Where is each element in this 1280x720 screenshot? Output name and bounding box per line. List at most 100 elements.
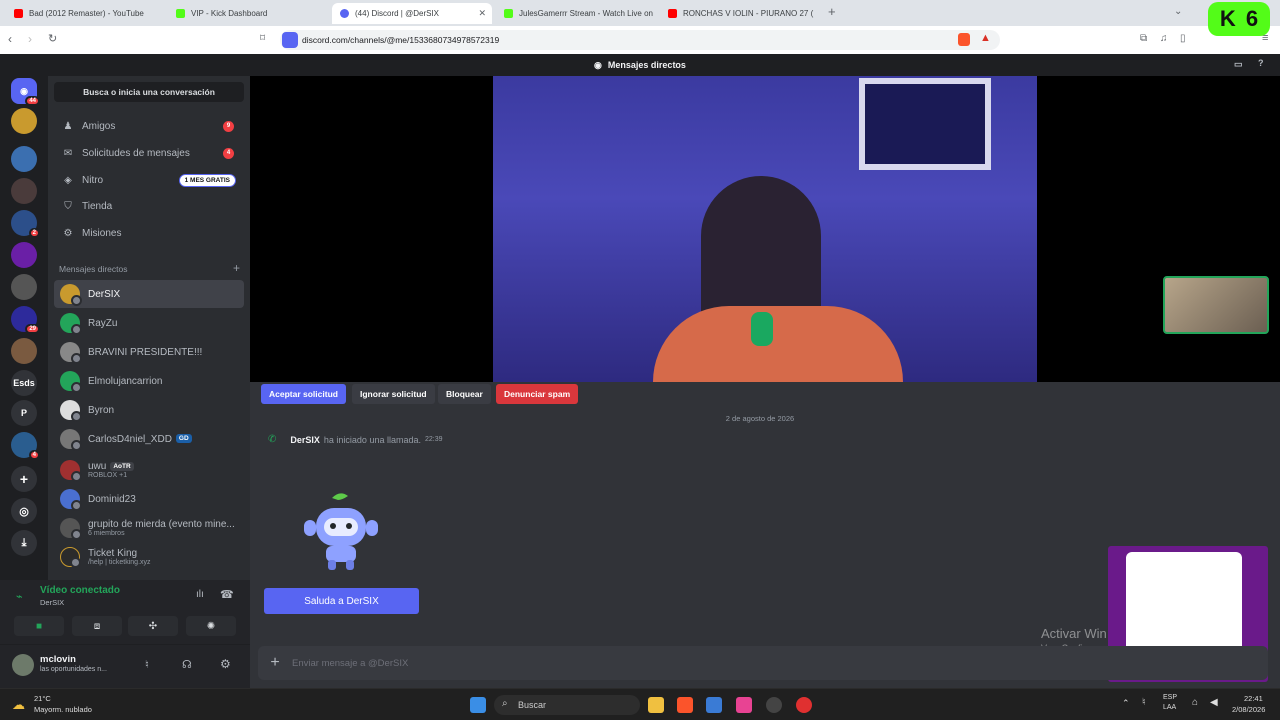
dm-item[interactable]: Dominid23 — [54, 485, 244, 513]
media-icon[interactable]: ♫ — [1160, 33, 1168, 44]
obs-icon[interactable] — [766, 697, 782, 713]
browser-tab[interactable]: Bad (2012 Remaster) - YouTube — [6, 3, 166, 24]
file-explorer-icon[interactable] — [648, 697, 664, 713]
site-info-icon[interactable] — [282, 32, 298, 48]
clock-date[interactable]: 2/08/2026 — [1232, 705, 1265, 714]
nav-shop[interactable]: ⛉ Tienda — [54, 194, 244, 218]
settings-gear-icon[interactable]: ⚙ — [220, 657, 231, 671]
nav-quests[interactable]: ⚙ Misiones — [54, 221, 244, 245]
reload-icon[interactable]: ↻ — [48, 32, 57, 45]
add-server-icon[interactable]: + — [11, 466, 37, 492]
block-button[interactable]: Bloquear — [438, 384, 491, 404]
browser-tab[interactable]: VIP - Kick Dashboard — [168, 3, 328, 24]
bookmark-icon[interactable]: ⌑ — [260, 33, 265, 44]
report-spam-button[interactable]: Denunciar spam — [496, 384, 579, 404]
dm-item[interactable]: uwu AoTR ROBLOX +1 — [54, 456, 244, 484]
wave-to-user-button[interactable]: Saluda a DerSIX — [264, 588, 419, 614]
avatar[interactable] — [12, 654, 34, 676]
dm-item[interactable]: Byron — [54, 396, 244, 424]
home-button[interactable]: ◉ 44 — [11, 78, 40, 106]
requests-count-badge: 4 — [223, 147, 234, 159]
discover-icon[interactable]: ◎ — [11, 498, 37, 524]
server-icon[interactable] — [11, 242, 37, 268]
avatar — [60, 489, 82, 511]
rewards-icon[interactable]: ▲ — [980, 32, 991, 44]
volume-icon[interactable]: ◀ — [1210, 697, 1218, 708]
call-started-message: ✆ DerSIX ha iniciado una llamada. 22:39 — [268, 434, 443, 445]
server-icon[interactable] — [11, 146, 37, 172]
dm-item-dersix[interactable]: DerSIX — [54, 280, 244, 308]
nitro-icon: ◈ — [64, 174, 72, 186]
close-tab-icon[interactable]: ✕ — [478, 8, 486, 19]
app-icon[interactable] — [706, 697, 722, 713]
extensions-icon[interactable]: ⧉ — [1140, 33, 1147, 44]
screen-share-button[interactable]: ⧈ — [72, 616, 122, 636]
new-tab-button[interactable]: + — [828, 4, 836, 19]
server-esds[interactable]: Esds — [11, 370, 37, 396]
browser-tab[interactable]: RONCHAS V IOLIN - PIURANO 27 ( — [660, 3, 820, 24]
server-badge: 4 — [28, 450, 40, 460]
server-icon[interactable] — [11, 108, 37, 134]
url-field[interactable]: discord.com/channels/@me/153368073497857… — [280, 30, 1000, 50]
help-icon[interactable]: ? — [1258, 58, 1264, 68]
microphone — [751, 312, 773, 346]
server-icon[interactable]: 2 — [11, 210, 40, 238]
server-icon[interactable]: 4 — [11, 432, 40, 460]
nav-nitro[interactable]: ◈ Nitro 1 MES GRATIS — [54, 168, 244, 192]
server-icon[interactable]: 29 — [11, 306, 40, 334]
ignore-request-button[interactable]: Ignorar solicitud — [352, 384, 435, 404]
weather-icon[interactable]: ☁ — [12, 697, 25, 713]
language-code[interactable]: ESP — [1163, 694, 1177, 701]
network-icon[interactable]: ⌂ — [1192, 697, 1198, 708]
url-text: discord.com/channels/@me/153368073497857… — [302, 35, 500, 45]
remote-video-stream[interactable] — [493, 76, 1037, 382]
browser-tab[interactable]: JulesGamerrr Stream - Watch Live on — [496, 3, 656, 24]
download-icon[interactable]: ⤓ — [11, 530, 37, 556]
activities-button[interactable]: ✣ — [128, 616, 178, 636]
server-icon[interactable] — [11, 338, 37, 364]
caller-name[interactable]: DerSIX — [290, 435, 320, 445]
server-p[interactable]: P — [11, 400, 37, 426]
nav-message-requests[interactable]: ✉ Solicitudes de mensajes 4 — [54, 141, 244, 165]
sidebar-icon[interactable]: ▯ — [1180, 33, 1186, 44]
attach-plus-icon[interactable]: + — [258, 654, 292, 672]
tray-mic-icon[interactable]: ♮ — [1142, 697, 1146, 708]
create-dm-icon[interactable]: + — [233, 261, 240, 275]
tab-title: (44) Discord | @DerSIX — [355, 9, 439, 18]
dm-item-group[interactable]: grupito de mierda (evento mine... 6 miemb… — [54, 514, 244, 542]
video-toggle-button[interactable]: ■ — [14, 616, 64, 636]
brave-icon[interactable] — [677, 697, 693, 713]
soundboard-button[interactable]: ✺ — [186, 616, 236, 636]
noise-suppression-icon[interactable]: ılı — [196, 589, 204, 600]
inbox-icon[interactable]: ▭ — [1234, 59, 1243, 70]
dm-item[interactable]: BRAVINI PRESIDENTE!!! — [54, 338, 244, 366]
dm-item[interactable]: RayZu — [54, 309, 244, 337]
opera-icon[interactable] — [796, 697, 812, 713]
search-button[interactable]: Busca o inicia una conversación — [54, 82, 244, 102]
clock-time[interactable]: 22:41 — [1244, 694, 1263, 703]
self-video-preview[interactable] — [1163, 276, 1269, 334]
back-icon[interactable]: ‹ — [8, 32, 12, 46]
dm-item[interactable]: Elmolujancarrion — [54, 367, 244, 395]
browser-tab-active[interactable]: (44) Discord | @DerSIX ✕ — [332, 3, 492, 24]
forward-icon[interactable]: › — [28, 32, 32, 46]
dm-name: BRAVINI PRESIDENTE!!! — [88, 346, 203, 358]
dm-item[interactable]: Ticket King/help | ticketking.xyz — [54, 543, 244, 571]
nav-friends[interactable]: ♟ Amigos 9 — [54, 114, 244, 138]
server-icon[interactable] — [11, 178, 37, 204]
microphone-icon[interactable]: ♮ — [145, 658, 149, 671]
disconnect-icon[interactable]: ☎ — [220, 588, 234, 601]
accept-request-button[interactable]: Aceptar solicitud — [261, 384, 346, 404]
clan-tag: AoTR — [110, 461, 134, 471]
start-icon[interactable] — [470, 697, 486, 713]
app-icon[interactable] — [736, 697, 752, 713]
server-icon[interactable] — [11, 274, 37, 300]
tray-overflow-icon[interactable]: ⌃ — [1122, 698, 1130, 709]
headphones-icon[interactable]: ☊ — [182, 658, 192, 671]
taskbar-search[interactable]: ⌕ Buscar — [494, 695, 640, 715]
message-input[interactable]: Enviar mensaje a @DerSIX — [292, 658, 408, 669]
tab-list-icon[interactable]: ⌄ — [1174, 6, 1182, 17]
keyboard-layout[interactable]: LAA — [1163, 704, 1176, 711]
dm-item[interactable]: CarlosD4niel_XDD GD — [54, 425, 244, 453]
brave-shield-icon[interactable] — [958, 33, 970, 46]
